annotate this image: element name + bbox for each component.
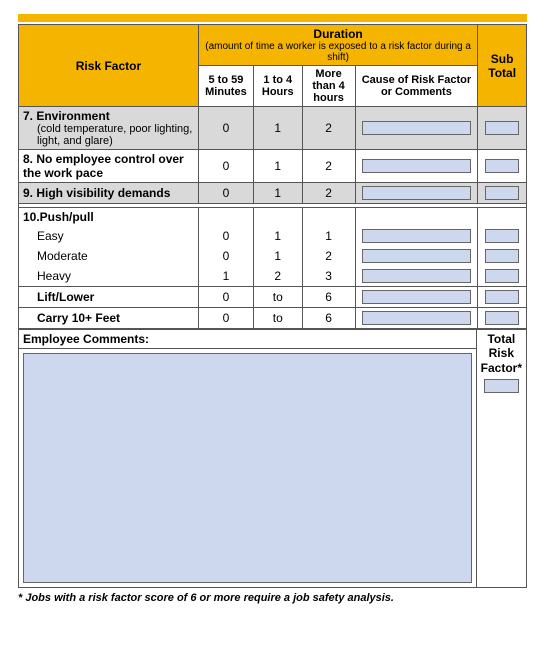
- comments-section: Employee Comments: Total Risk Factor*: [18, 329, 527, 588]
- row-moderate-subtotal: [478, 246, 527, 266]
- employee-comments-field[interactable]: [23, 353, 472, 583]
- header-sub-total-text: Sub Total: [488, 52, 516, 80]
- row-moderate-cause: [355, 246, 478, 266]
- row-moderate-v1: 0: [198, 246, 253, 266]
- row-lift-subtotal-field[interactable]: [485, 290, 519, 304]
- row-7-cause-field[interactable]: [362, 121, 471, 135]
- row-easy-v1: 0: [198, 226, 253, 246]
- row-lift-label: Lift/Lower: [19, 287, 199, 308]
- row-9-label: 9. High visibility demands: [19, 183, 199, 204]
- row-9-subtotal-field[interactable]: [485, 186, 519, 200]
- row-easy-subtotal: [478, 226, 527, 246]
- row-heavy-label: Heavy: [19, 266, 199, 287]
- row-8-cause-field[interactable]: [362, 159, 471, 173]
- header-duration-sub: (amount of time a worker is exposed to a…: [203, 41, 473, 63]
- row-7-subtotal: [478, 107, 527, 150]
- row-8-label: 8. No employee control over the work pac…: [19, 150, 199, 183]
- header-col-cause: Cause of Risk Factor or Comments: [355, 66, 478, 107]
- risk-factor-table: Risk Factor Duration (amount of time a w…: [18, 24, 527, 329]
- header-sub-total: Sub Total: [478, 25, 527, 107]
- comments-box-cell: [19, 349, 477, 588]
- total-label-1: Total: [487, 332, 515, 346]
- row-lift-b: 6: [302, 287, 355, 308]
- row-9-cause-field[interactable]: [362, 186, 471, 200]
- row-carry-cause: [355, 308, 478, 329]
- row-carry-mid: to: [253, 308, 302, 329]
- total-cell: Total Risk Factor*: [476, 330, 526, 588]
- row-easy-v2: 1: [253, 226, 302, 246]
- row-7-v2: 1: [253, 107, 302, 150]
- header-risk-factor-text: Risk Factor: [76, 59, 141, 73]
- row-moderate-v2: 1: [253, 246, 302, 266]
- row-carry-a: 0: [198, 308, 253, 329]
- row-lift-cause: [355, 287, 478, 308]
- row-easy-cause: [355, 226, 478, 246]
- row-easy-v3: 1: [302, 226, 355, 246]
- row-carry-subtotal-field[interactable]: [485, 311, 519, 325]
- row-10-blank4: [355, 208, 478, 227]
- row-heavy-cause-field[interactable]: [362, 269, 471, 283]
- row-lift-cause-field[interactable]: [362, 290, 471, 304]
- row-7-cause: [355, 107, 478, 150]
- row-easy-label: Easy: [19, 226, 199, 246]
- row-heavy-v2: 2: [253, 266, 302, 287]
- row-carry-cause-field[interactable]: [362, 311, 471, 325]
- page: Risk Factor Duration (amount of time a w…: [0, 0, 545, 658]
- row-10-blank1: [198, 208, 253, 227]
- row-lift-mid: to: [253, 287, 302, 308]
- row-moderate-cause-field[interactable]: [362, 249, 471, 263]
- row-moderate-label: Moderate: [19, 246, 199, 266]
- row-easy-subtotal-field[interactable]: [485, 229, 519, 243]
- footnote: * Jobs with a risk factor score of 6 or …: [18, 592, 527, 604]
- row-9-v2: 1: [253, 183, 302, 204]
- row-8-subtotal-field[interactable]: [485, 159, 519, 173]
- row-carry-label: Carry 10+ Feet: [19, 308, 199, 329]
- row-carry-subtotal: [478, 308, 527, 329]
- row-7-label: 7. Environment (cold temperature, poor l…: [19, 107, 199, 150]
- row-8-v1: 0: [198, 150, 253, 183]
- row-9-v1: 0: [198, 183, 253, 204]
- row-heavy-cause: [355, 266, 478, 287]
- row-heavy-subtotal-field[interactable]: [485, 269, 519, 283]
- accent-bar: [18, 14, 527, 22]
- row-7-v1: 0: [198, 107, 253, 150]
- row-8-v2: 1: [253, 150, 302, 183]
- header-risk-factor: Risk Factor: [19, 25, 199, 107]
- row-lift-subtotal: [478, 287, 527, 308]
- row-easy-cause-field[interactable]: [362, 229, 471, 243]
- header-duration: Duration (amount of time a worker is exp…: [198, 25, 477, 66]
- row-8-subtotal: [478, 150, 527, 183]
- row-heavy-subtotal: [478, 266, 527, 287]
- row-heavy-v3: 3: [302, 266, 355, 287]
- row-10-label: 10.Push/pull: [19, 208, 199, 227]
- row-10-blank5: [478, 208, 527, 227]
- row-lift-a: 0: [198, 287, 253, 308]
- header-col-minutes: 5 to 59 Minutes: [198, 66, 253, 107]
- header-col-hours: 1 to 4 Hours: [253, 66, 302, 107]
- total-label: Total Risk Factor*: [481, 332, 522, 375]
- header-duration-text: Duration: [313, 27, 362, 41]
- total-label-2: Risk: [489, 346, 514, 360]
- row-7-sub: (cold temperature, poor lighting, light,…: [23, 123, 194, 147]
- row-7-v3: 2: [302, 107, 355, 150]
- row-10-blank2: [253, 208, 302, 227]
- row-9-subtotal: [478, 183, 527, 204]
- row-carry-b: 6: [302, 308, 355, 329]
- row-7-title: 7. Environment: [23, 109, 110, 123]
- row-9-v3: 2: [302, 183, 355, 204]
- total-label-3: Factor*: [481, 361, 522, 375]
- row-9-cause: [355, 183, 478, 204]
- header-col-more: More than 4 hours: [302, 66, 355, 107]
- row-moderate-v3: 2: [302, 246, 355, 266]
- row-heavy-v1: 1: [198, 266, 253, 287]
- row-8-v3: 2: [302, 150, 355, 183]
- comments-label: Employee Comments:: [19, 330, 477, 349]
- row-10-blank3: [302, 208, 355, 227]
- row-moderate-subtotal-field[interactable]: [485, 249, 519, 263]
- row-7-subtotal-field[interactable]: [485, 121, 519, 135]
- total-risk-field[interactable]: [484, 379, 520, 393]
- row-8-cause: [355, 150, 478, 183]
